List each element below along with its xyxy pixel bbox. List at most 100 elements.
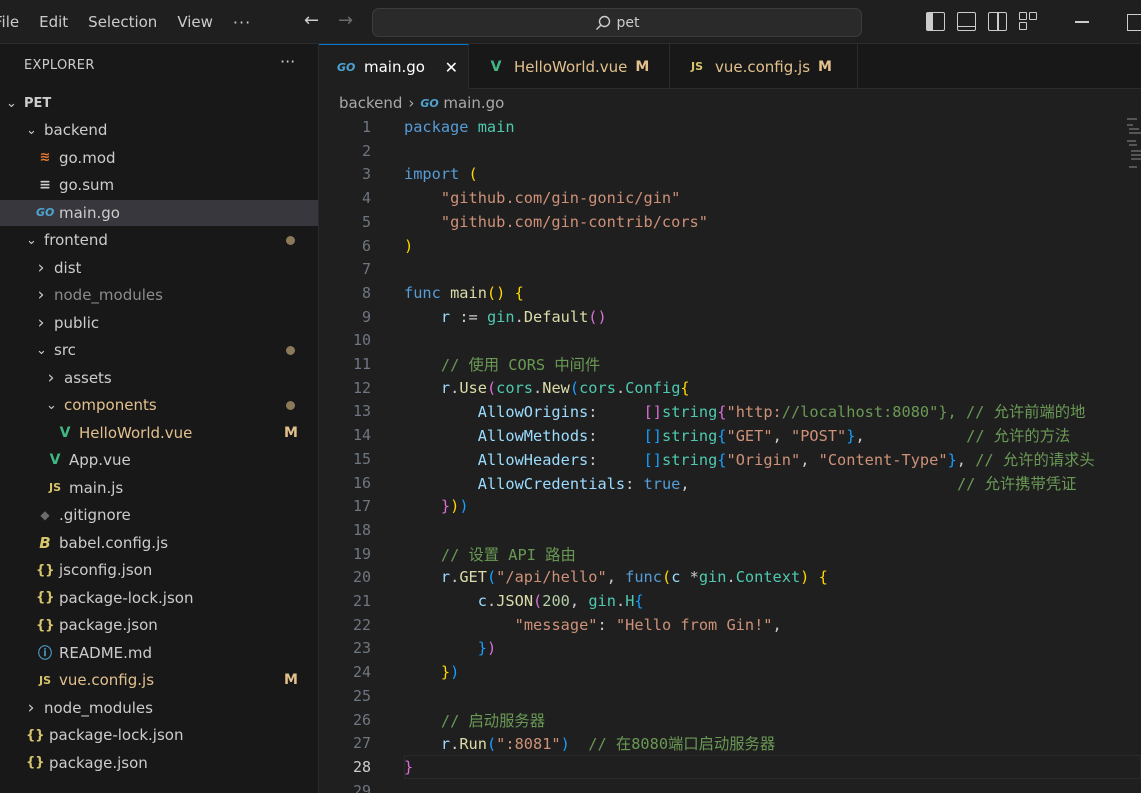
tab-main-go[interactable]: GO main.go ✕ <box>319 44 469 89</box>
chevron-right-icon: › <box>408 94 415 112</box>
tab-vue-config-js[interactable]: JS vue.config.js M <box>670 44 858 89</box>
modified-badge: M <box>635 58 650 75</box>
tree-item[interactable]: {} package-lock.json <box>0 722 318 748</box>
tree-item[interactable]: ⌄ src <box>0 337 318 363</box>
code-line[interactable]: 28} <box>319 754 1141 779</box>
chevron-down-icon: ⌄ <box>26 122 37 138</box>
breadcrumb: backend › GO main.go <box>339 92 504 114</box>
current-line-highlight <box>404 754 1141 779</box>
maximize-window-icon[interactable] <box>1127 14 1141 31</box>
back-arrow-icon[interactable]: ← <box>304 10 319 31</box>
explorer-more-icon[interactable]: ··· <box>280 52 295 71</box>
code-line[interactable]: 14 AllowMethods: []string{"GET", "POST"}… <box>319 423 1141 447</box>
code-text: }) <box>477 639 497 658</box>
gomod-file-icon: ≋ <box>39 150 51 165</box>
line-number: 7 <box>361 260 371 279</box>
code-line[interactable]: 27 r.Run(":8081") // 在8080端口启动服务器 <box>319 731 1141 755</box>
tree-item[interactable]: JS vue.config.js M <box>0 667 318 693</box>
code-editor[interactable]: 1 package main 2 3 import (4 "github.com/gin… <box>319 114 1141 793</box>
code-line[interactable]: 1 package main <box>319 115 1141 139</box>
tree-item[interactable]: ⌄ frontend <box>0 227 318 253</box>
toggle-secondary-sidebar-icon[interactable] <box>988 12 1007 31</box>
code-text: }) <box>440 663 460 682</box>
minimap[interactable] <box>1117 114 1141 174</box>
code-line[interactable]: 25 <box>319 684 1141 708</box>
tree-item[interactable]: {} package.json <box>0 612 318 638</box>
code-line[interactable]: 24 }) <box>319 660 1141 684</box>
toggle-primary-sidebar-icon[interactable] <box>926 12 945 31</box>
tree-item[interactable]: {} jsconfig.json <box>0 557 318 583</box>
tree-item-label: babel.config.js <box>59 533 169 552</box>
tree-item-label: node_modules <box>54 286 163 304</box>
forward-arrow-icon[interactable]: → <box>338 10 353 31</box>
tree-root-pet[interactable]: ⌄ PET <box>0 90 318 116</box>
menu-edit[interactable]: Edit <box>39 13 68 31</box>
tree-item-label: node_modules <box>44 698 153 717</box>
code-line[interactable]: 29 <box>319 779 1141 793</box>
tree-item-label: vue.config.js <box>59 671 155 689</box>
tree-item[interactable]: V HelloWorld.vue M <box>0 420 318 446</box>
tree-item[interactable]: ≋ go.mod <box>0 145 318 171</box>
tree-item[interactable]: › node_modules <box>0 282 318 308</box>
tree-item[interactable]: {} package-lock.json <box>0 585 318 611</box>
tree-item[interactable]: › dist <box>0 255 318 281</box>
close-tab-icon[interactable]: ✕ <box>445 58 458 77</box>
code-line[interactable]: 19 // 设置 API 路由 <box>319 542 1141 566</box>
tab-helloworld-vue[interactable]: V HelloWorld.vue M <box>469 44 670 89</box>
code-line[interactable]: 7 <box>319 257 1141 281</box>
breadcrumb-folder[interactable]: backend <box>339 94 402 112</box>
tab-label: vue.config.js <box>715 57 811 76</box>
code-line[interactable]: 18 <box>319 518 1141 542</box>
tree-item[interactable]: ⌄ backend <box>0 117 318 143</box>
code-line[interactable]: 10 <box>319 328 1141 352</box>
tree-item[interactable]: › assets <box>0 365 318 391</box>
code-line[interactable]: 9 r := gin.Default() <box>319 305 1141 329</box>
tree-item[interactable]: Bbabel.config.js <box>0 530 318 556</box>
command-center-search[interactable]: pet <box>372 8 862 37</box>
vue-file-icon: V <box>49 452 61 468</box>
code-line[interactable]: 17 })) <box>319 494 1141 518</box>
minimize-window-icon[interactable] <box>1075 21 1089 23</box>
tree-item-label: package.json <box>49 753 148 772</box>
code-line[interactable]: 23 }) <box>319 636 1141 660</box>
code-line[interactable]: 6) <box>319 234 1141 258</box>
tree-item[interactable]: ⌄ components <box>0 392 318 418</box>
code-line[interactable]: 21 c.JSON(200, gin.H{ <box>319 589 1141 613</box>
tree-item[interactable]: JS main.js <box>0 475 318 501</box>
tree-item[interactable]: V App.vue <box>0 447 318 473</box>
tree-item[interactable]: {} package.json <box>0 750 318 776</box>
tree-item[interactable]: › node_modules <box>0 695 318 721</box>
code-line[interactable]: 5 "github.com/gin-contrib/cors" <box>319 210 1141 234</box>
tree-item[interactable]: › public <box>0 310 318 336</box>
code-line[interactable]: 4 "github.com/gin-gonic/gin" <box>319 186 1141 210</box>
menu-file[interactable]: File <box>0 13 19 31</box>
tree-item-label: main.go <box>59 203 120 222</box>
code-line[interactable]: 16 AllowCredentials: true, // 允许携带凭证 <box>319 471 1141 495</box>
code-line[interactable]: 8 func main() { <box>319 281 1141 305</box>
code-line[interactable]: 22 "message": "Hello from Gin!", <box>319 613 1141 637</box>
code-line[interactable]: 12 r.Use(cors.New(cors.Config{ <box>319 376 1141 400</box>
tree-item[interactable]: ◆ .gitignore <box>0 502 318 528</box>
menu-view[interactable]: View <box>177 13 213 31</box>
code-text: AllowCredentials: true, // 允许携带凭证 <box>477 474 1077 493</box>
line-number: 2 <box>361 141 371 160</box>
tree-item-label: backend <box>44 121 108 139</box>
toggle-panel-icon[interactable] <box>957 12 976 31</box>
code-line[interactable]: 13 AllowOrigins: []string{"http://localh… <box>319 399 1141 423</box>
tree-item[interactable]: GO main.go <box>0 199 318 226</box>
line-number: 3 <box>361 165 371 184</box>
line-number: 12 <box>352 378 371 397</box>
code-line[interactable]: 26 // 启动服务器 <box>319 708 1141 732</box>
code-line[interactable]: 3 import ( <box>319 162 1141 186</box>
more-menu-icon[interactable]: ··· <box>233 13 251 32</box>
code-line[interactable]: 11 // 使用 CORS 中间件 <box>319 352 1141 376</box>
breadcrumb-file[interactable]: main.go <box>443 94 504 112</box>
code-text: r.Run(":8081") // 在8080端口启动服务器 <box>440 735 776 754</box>
code-line[interactable]: 2 <box>319 139 1141 163</box>
code-line[interactable]: 20 r.GET("/api/hello", func(c *gin.Conte… <box>319 565 1141 589</box>
code-line[interactable]: 15 AllowHeaders: []string{"Origin", "Con… <box>319 447 1141 471</box>
menu-selection[interactable]: Selection <box>88 13 157 31</box>
tree-item[interactable]: ⓘ README.md <box>0 640 318 666</box>
customize-layout-icon[interactable] <box>1019 12 1038 31</box>
tree-item[interactable]: ≡ go.sum <box>0 172 318 198</box>
